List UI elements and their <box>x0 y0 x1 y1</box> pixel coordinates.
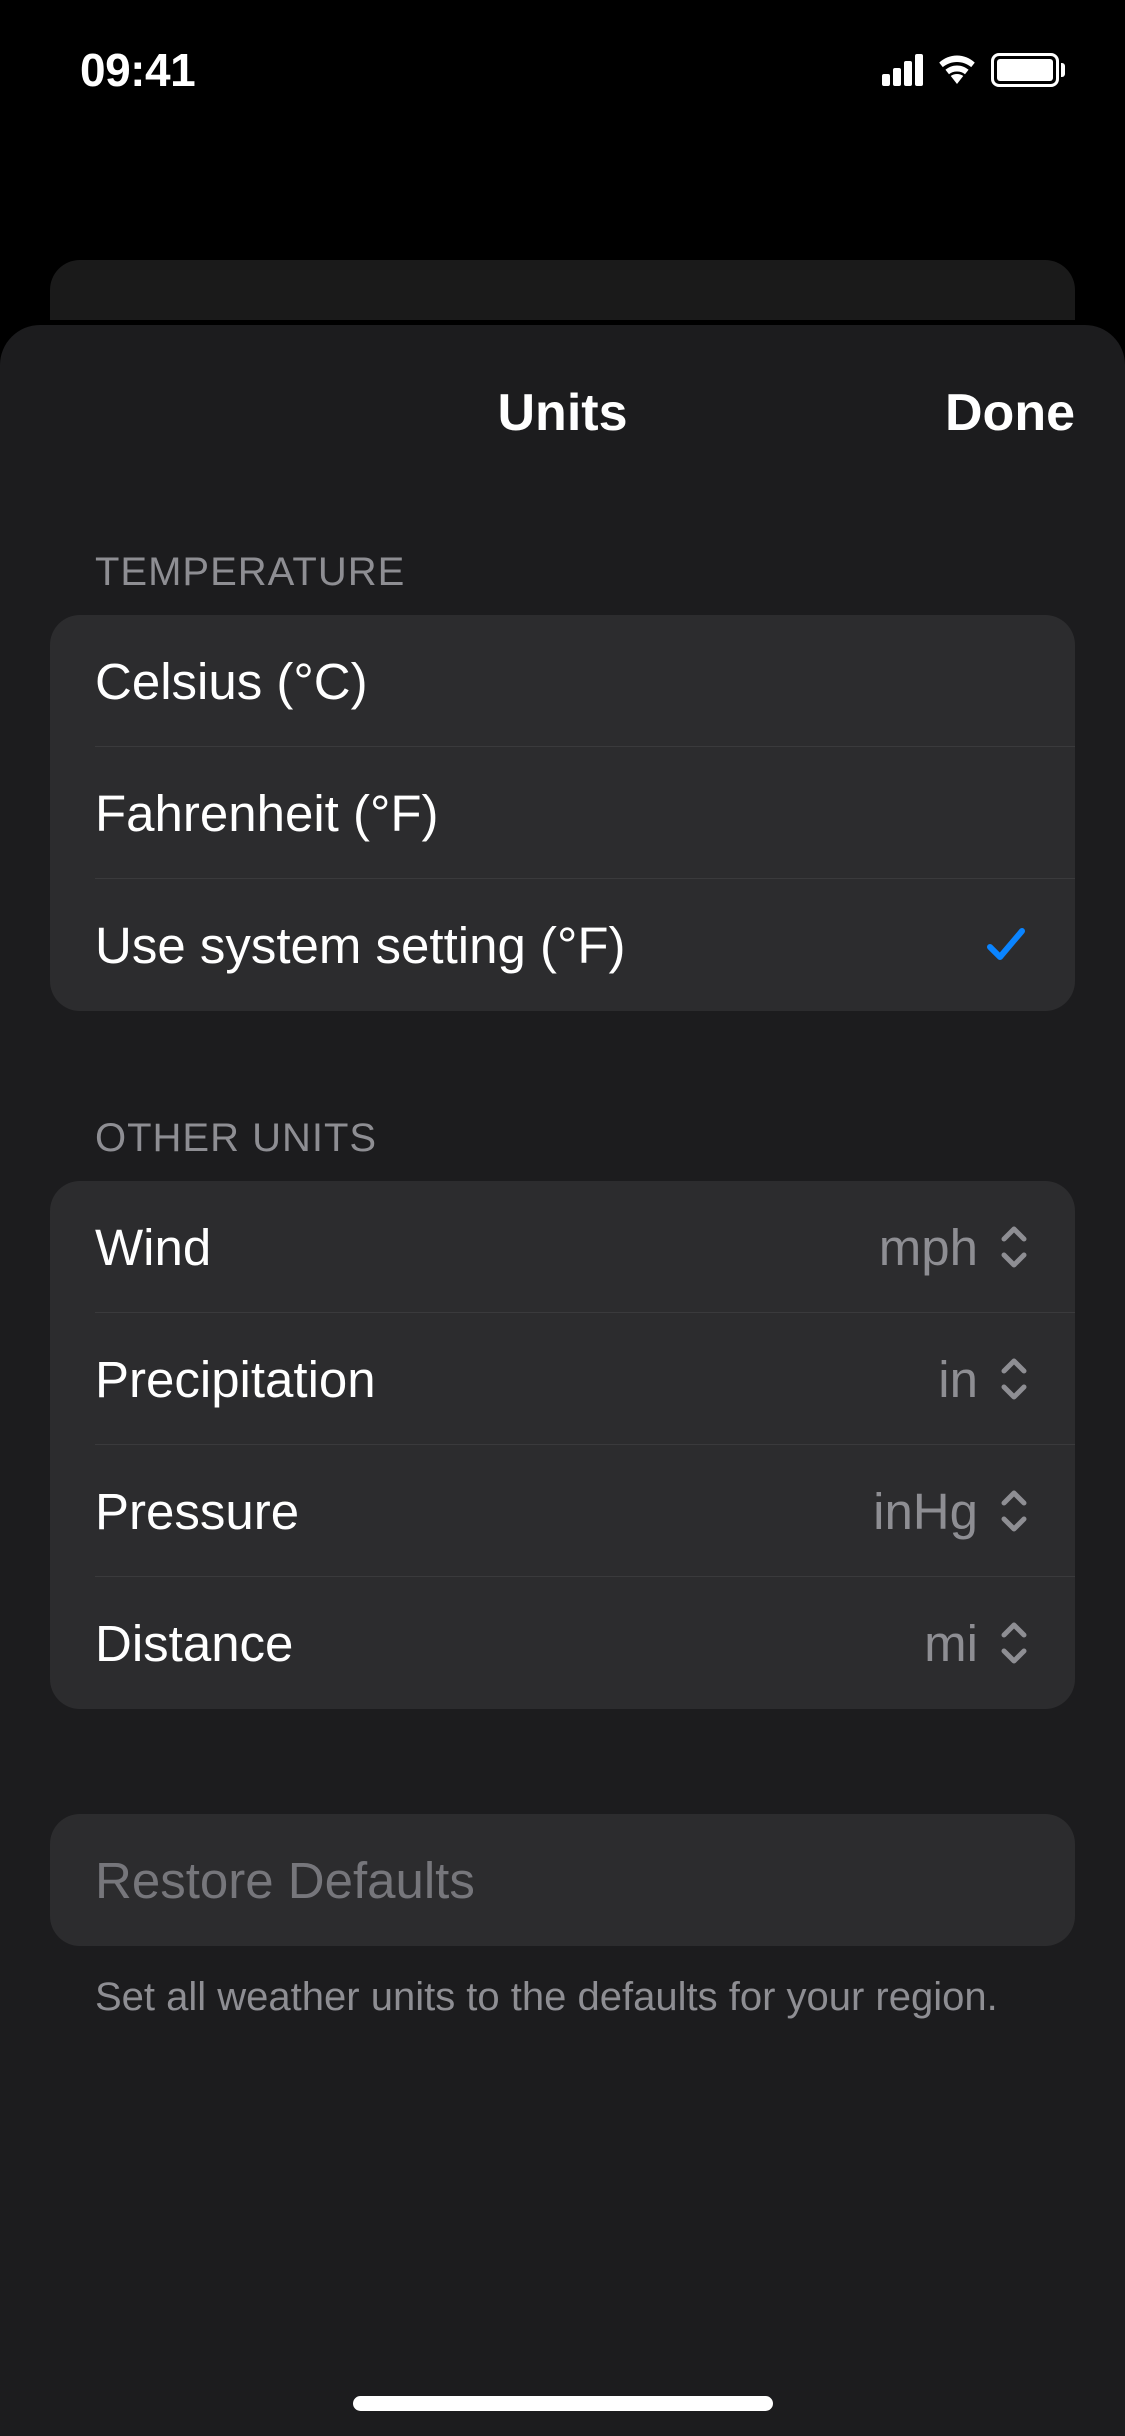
units-sheet: Units Done TEMPERATURE Celsius (°C) Fahr… <box>0 325 1125 2436</box>
temperature-option-system[interactable]: Use system setting (°F) <box>50 879 1075 1011</box>
status-bar: 09:41 <box>0 0 1125 140</box>
row-label: Distance <box>95 1614 293 1673</box>
temperature-option-fahrenheit[interactable]: Fahrenheit (°F) <box>50 747 1075 879</box>
temperature-option-celsius[interactable]: Celsius (°C) <box>50 615 1075 747</box>
home-indicator[interactable] <box>353 2396 773 2411</box>
wind-unit-row[interactable]: Wind mph <box>50 1181 1075 1313</box>
row-label: Precipitation <box>95 1350 376 1409</box>
sheet-stack-background <box>50 260 1075 320</box>
battery-icon <box>991 53 1065 87</box>
row-value: in <box>938 1350 978 1409</box>
option-label: Use system setting (°F) <box>95 916 626 975</box>
other-units-section: OTHER UNITS Wind mph Precipitation <box>0 1116 1125 1709</box>
restore-defaults-button[interactable]: Restore Defaults <box>50 1814 1075 1946</box>
row-value-group: in <box>938 1350 1030 1409</box>
checkmark-icon <box>982 921 1030 969</box>
row-value: mph <box>879 1218 978 1277</box>
row-value-group: mph <box>879 1218 1030 1277</box>
row-label: Wind <box>95 1218 211 1277</box>
row-value-group: inHg <box>873 1482 1030 1541</box>
pressure-unit-row[interactable]: Pressure inHg <box>50 1445 1075 1577</box>
sheet-header: Units Done <box>0 325 1125 500</box>
restore-section: Restore Defaults Set all weather units t… <box>0 1814 1125 2023</box>
row-value-group: mi <box>924 1614 1030 1673</box>
row-value: inHg <box>873 1482 978 1541</box>
option-label: Celsius (°C) <box>95 652 368 711</box>
restore-label: Restore Defaults <box>95 1851 475 1910</box>
other-units-header: OTHER UNITS <box>50 1116 1075 1161</box>
temperature-header: TEMPERATURE <box>50 550 1075 595</box>
option-label: Fahrenheit (°F) <box>95 784 439 843</box>
chevron-up-down-icon <box>998 1489 1030 1533</box>
cellular-signal-icon <box>882 54 923 86</box>
precipitation-unit-row[interactable]: Precipitation in <box>50 1313 1075 1445</box>
restore-footer: Set all weather units to the defaults fo… <box>50 1946 1075 2023</box>
wifi-icon <box>935 52 979 89</box>
sheet-title: Units <box>498 383 628 443</box>
chevron-up-down-icon <box>998 1621 1030 1665</box>
status-time: 09:41 <box>80 43 195 97</box>
distance-unit-row[interactable]: Distance mi <box>50 1577 1075 1709</box>
chevron-up-down-icon <box>998 1225 1030 1269</box>
done-button[interactable]: Done <box>945 383 1075 443</box>
chevron-up-down-icon <box>998 1357 1030 1401</box>
temperature-group: Celsius (°C) Fahrenheit (°F) Use system … <box>50 615 1075 1011</box>
other-units-group: Wind mph Precipitation in <box>50 1181 1075 1709</box>
row-label: Pressure <box>95 1482 299 1541</box>
temperature-section: TEMPERATURE Celsius (°C) Fahrenheit (°F)… <box>0 550 1125 1011</box>
row-value: mi <box>924 1614 978 1673</box>
status-icons <box>882 52 1065 89</box>
